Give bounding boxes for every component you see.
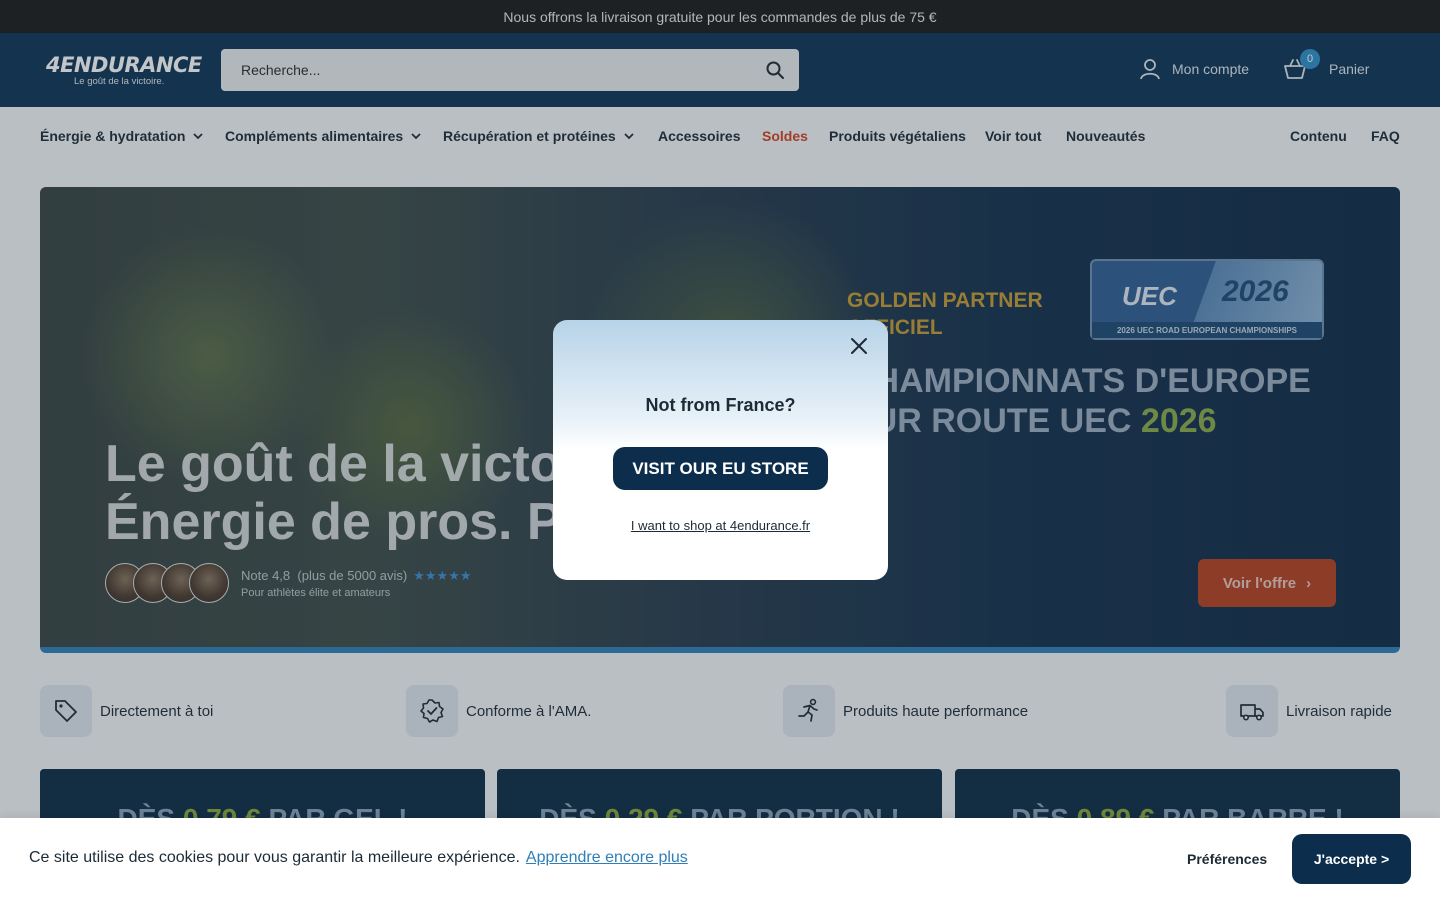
store-selector-modal: Not from France? VISIT OUR EU STORE I wa… bbox=[553, 320, 888, 580]
modal-title: Not from France? bbox=[645, 395, 796, 415]
cookie-banner: Ce site utilise des cookies pour vous ga… bbox=[0, 818, 1440, 900]
cookie-text: Ce site utilise des cookies pour vous ga… bbox=[29, 849, 520, 866]
stay-on-fr-link[interactable]: I want to shop at 4endurance.fr bbox=[553, 518, 888, 533]
close-icon[interactable] bbox=[849, 336, 869, 356]
cookie-message: Ce site utilise des cookies pour vous ga… bbox=[29, 849, 688, 867]
visit-eu-store-button[interactable]: VISIT OUR EU STORE bbox=[613, 447, 828, 490]
cookie-learn-more-link[interactable]: Apprendre encore plus bbox=[526, 849, 688, 866]
cookie-accept-button[interactable]: J'accepte > bbox=[1292, 834, 1411, 884]
cookie-preferences-button[interactable]: Préférences bbox=[1187, 851, 1267, 867]
